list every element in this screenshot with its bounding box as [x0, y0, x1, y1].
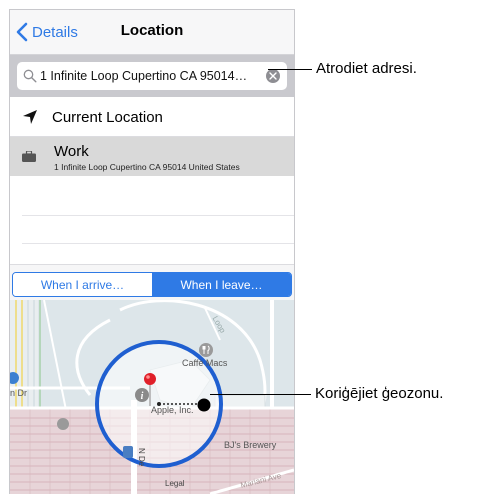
map-pin-icon[interactable]	[143, 372, 159, 406]
work-address: 1 Infinite Loop Cupertino CA 95014 Unite…	[54, 162, 240, 172]
magnifier-icon	[23, 69, 37, 83]
map-label-legal: Legal	[165, 479, 185, 488]
list-separator	[22, 243, 294, 244]
transit-marker-icon	[10, 372, 19, 384]
map-label-vertical-road: N De	[137, 448, 146, 467]
chevron-left-icon	[16, 22, 28, 42]
briefcase-icon	[22, 151, 36, 162]
poi-icon	[57, 418, 69, 430]
search-bar	[10, 55, 294, 97]
map-label-brewery: BJ's Brewery	[224, 440, 277, 450]
fork-knife-icon[interactable]	[199, 343, 213, 357]
geofence-resize-handle[interactable]	[197, 398, 211, 412]
reminder-location-screen: Details Location Current Location	[9, 9, 295, 494]
search-field[interactable]	[17, 62, 287, 90]
route-shield-icon	[123, 446, 133, 458]
list-separator	[22, 215, 294, 216]
callout-line-geofence	[210, 394, 311, 395]
trigger-selector-area: When I arrive… When I leave…	[10, 264, 294, 301]
callout-geofence: Koriģējiet ģeozonu.	[315, 385, 444, 402]
map-label-caffe-macs: Caffè Macs	[182, 358, 228, 368]
back-label: Details	[32, 23, 78, 41]
map-label-apple: Apple, Inc.	[151, 405, 194, 415]
work-location-row[interactable]: Work 1 Infinite Loop Cupertino CA 95014 …	[10, 137, 294, 176]
back-button[interactable]: Details	[16, 21, 78, 43]
navigation-bar: Details Location	[10, 10, 294, 55]
when-i-arrive-segment[interactable]: When I arrive…	[13, 273, 152, 296]
callout-line-address	[268, 69, 312, 70]
clear-x-icon	[269, 72, 277, 80]
work-title: Work	[54, 143, 89, 160]
when-i-leave-segment[interactable]: When I leave…	[152, 273, 291, 296]
map-view[interactable]: i Loop Caffè Macs Apple, Inc. BJ's Brewe…	[10, 300, 294, 494]
location-arrow-icon	[23, 110, 37, 124]
callout-address: Atrodiet adresi.	[316, 60, 417, 77]
map-label-road: n Dr	[10, 388, 28, 398]
current-location-row[interactable]: Current Location	[10, 98, 294, 137]
clear-search-button[interactable]	[266, 69, 280, 83]
trigger-segmented-control: When I arrive… When I leave…	[12, 272, 292, 297]
current-location-label: Current Location	[52, 108, 163, 126]
search-input[interactable]	[40, 69, 262, 83]
